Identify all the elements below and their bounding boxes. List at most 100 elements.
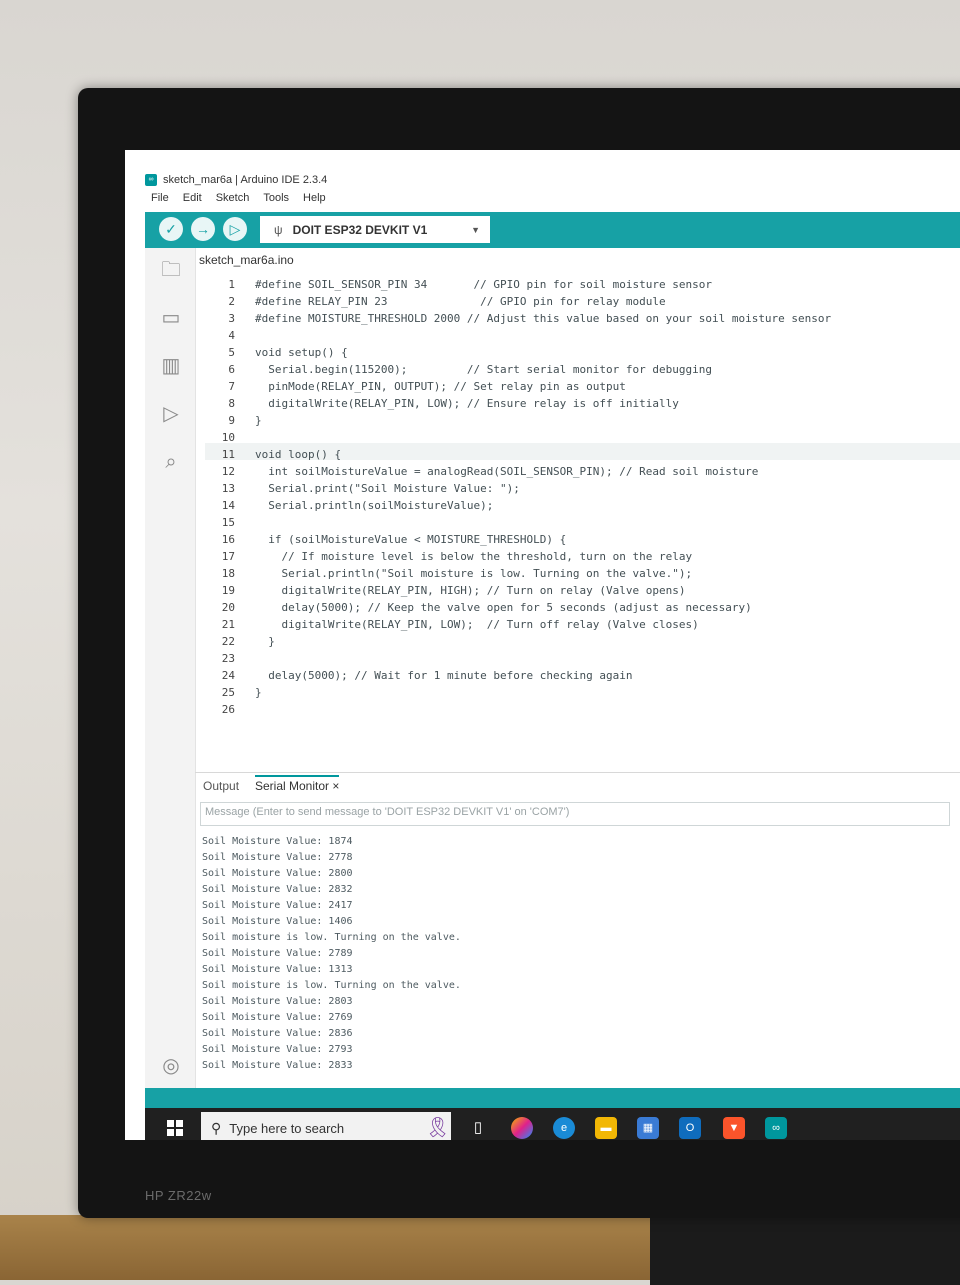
tab-serial-label: Serial Monitor — [255, 779, 330, 793]
line-number: 6 — [228, 363, 235, 376]
arduino-taskbar-icon[interactable]: ∞ — [765, 1117, 787, 1139]
serial-line: Soil moisture is low. Turning on the val… — [202, 980, 461, 991]
code-text: // If moisture level is below the thresh… — [255, 550, 693, 563]
line-number: 11 — [221, 448, 235, 461]
serial-line: Soil Moisture Value: 1874 — [202, 836, 353, 847]
taskbar-search-text: Type here to search — [229, 1120, 345, 1136]
serial-line: Soil Moisture Value: 2793 — [202, 1044, 353, 1055]
serial-line: Soil Moisture Value: 2836 — [202, 1028, 353, 1039]
line-number: 9 — [228, 414, 235, 427]
code-text: #define RELAY_PIN 23 // GPIO pin for rel… — [255, 295, 666, 308]
serial-line: Soil Moisture Value: 1313 — [202, 964, 353, 975]
task-view-icon[interactable]: ▯ — [467, 1117, 489, 1139]
line-number: 5 — [228, 346, 235, 359]
tab-output[interactable]: Output — [203, 779, 239, 793]
debug-side-icon[interactable]: ▷ — [159, 402, 183, 426]
ribbon-icon[interactable]: 🎗 — [425, 1117, 450, 1139]
line-number: 17 — [221, 550, 235, 563]
close-icon[interactable]: × — [332, 779, 339, 793]
menu-file[interactable]: File — [151, 192, 169, 210]
code-text: } — [255, 414, 262, 427]
taskbar: ⚲ Type here to search 🎗 ▯ e ▬ ▦ O ▼ ∞ — [145, 1108, 960, 1140]
arduino-icon: ∞ — [145, 174, 157, 186]
code-text: Serial.print("Soil Moisture Value: "); — [255, 482, 520, 495]
account-icon[interactable]: ◎ — [159, 1054, 183, 1078]
code-text: void loop() { — [255, 448, 342, 461]
taskbar-search[interactable]: ⚲ Type here to search — [201, 1112, 451, 1140]
code-text: if (soilMoistureValue < MOISTURE_THRESHO… — [255, 533, 567, 546]
line-number: 13 — [221, 482, 235, 495]
line-number: 18 — [221, 567, 235, 580]
code-text: pinMode(RELAY_PIN, OUTPUT); // Set relay… — [255, 380, 626, 393]
search-icon[interactable]: ⌕ — [159, 450, 183, 474]
toolbar: ✓ → ▷ ψ DOIT ESP32 DEVKIT V1 ▼ — [145, 212, 960, 248]
line-number: 7 — [228, 380, 235, 393]
serial-message-input[interactable]: Message (Enter to send message to 'DOIT … — [200, 802, 950, 826]
copilot-icon[interactable] — [511, 1117, 533, 1139]
monitor-brand: HP ZR22w — [145, 1188, 212, 1203]
menu-sketch[interactable]: Sketch — [216, 192, 250, 210]
board-selector[interactable]: ψ DOIT ESP32 DEVKIT V1 ▼ — [260, 216, 490, 243]
file-explorer-icon[interactable]: ▬ — [595, 1117, 617, 1139]
line-number: 8 — [228, 397, 235, 410]
brave-icon[interactable]: ▼ — [723, 1117, 745, 1139]
serial-line: Soil Moisture Value: 2833 — [202, 1060, 353, 1071]
serial-line: Soil Moisture Value: 2832 — [202, 884, 353, 895]
title-bar: ∞ sketch_mar6a | Arduino IDE 2.3.4 — [145, 170, 327, 190]
line-number: 26 — [221, 703, 235, 716]
line-number: 24 — [221, 669, 235, 682]
line-number: 2 — [228, 295, 235, 308]
tab-serial-monitor[interactable]: Serial Monitor × — [255, 775, 340, 793]
status-bar — [145, 1088, 960, 1108]
board-name: DOIT ESP32 DEVKIT V1 — [292, 222, 428, 237]
code-text: } — [255, 635, 275, 648]
line-number: 22 — [221, 635, 235, 648]
serial-output: Soil Moisture Value: 1874 Soil Moisture … — [202, 834, 952, 1084]
line-number: 16 — [221, 533, 235, 546]
code-text: void setup() { — [255, 346, 348, 359]
verify-icon[interactable]: ✓ — [159, 217, 183, 241]
line-number: 15 — [221, 516, 235, 529]
upload-icon[interactable]: → — [191, 217, 215, 241]
usb-icon: ψ — [274, 222, 283, 237]
code-text: delay(5000); // Keep the valve open for … — [255, 601, 752, 614]
menu-edit[interactable]: Edit — [183, 192, 202, 210]
line-number: 10 — [221, 431, 235, 444]
store-icon[interactable]: ▦ — [637, 1117, 659, 1139]
menu-tools[interactable]: Tools — [263, 192, 289, 210]
line-number: 20 — [221, 601, 235, 614]
serial-line: Soil Moisture Value: 2778 — [202, 852, 353, 863]
debug-icon[interactable]: ▷ — [223, 217, 247, 241]
serial-line: Soil Moisture Value: 2803 — [202, 996, 353, 1007]
code-text: #define MOISTURE_THRESHOLD 2000 // Adjus… — [255, 312, 832, 325]
line-number: 19 — [221, 584, 235, 597]
window-title: sketch_mar6a | Arduino IDE 2.3.4 — [163, 174, 328, 186]
search-icon: ⚲ — [211, 1119, 222, 1136]
code-text: Serial.begin(115200); // Start serial mo… — [255, 363, 712, 376]
menu-help[interactable]: Help — [303, 192, 326, 210]
serial-line: Soil moisture is low. Turning on the val… — [202, 932, 461, 943]
windows-start-icon[interactable] — [167, 1120, 183, 1136]
line-number: 3 — [228, 312, 235, 325]
serial-line: Soil Moisture Value: 2417 — [202, 900, 353, 911]
code-text: digitalWrite(RELAY_PIN, LOW); // Turn of… — [255, 618, 699, 631]
bottom-panel-tabs: Output Serial Monitor × — [195, 772, 960, 799]
screen: ∞ sketch_mar6a | Arduino IDE 2.3.4 File … — [125, 150, 960, 1140]
code-text: digitalWrite(RELAY_PIN, LOW); // Ensure … — [255, 397, 679, 410]
code-text: } — [255, 686, 262, 699]
folder-icon[interactable]: 🗀 — [159, 258, 183, 282]
code-text: digitalWrite(RELAY_PIN, HIGH); // Turn o… — [255, 584, 686, 597]
file-tab[interactable]: sketch_mar6a.ino — [199, 253, 294, 267]
sidebar: 🗀 ▭ ▥ ▷ ⌕ ◎ — [145, 248, 196, 1088]
library-icon[interactable]: ▥ — [159, 354, 183, 378]
code-editor[interactable]: 1 #define SOIL_SENSOR_PIN 34 // GPIO pin … — [205, 278, 960, 768]
board-manager-icon[interactable]: ▭ — [159, 306, 183, 330]
line-number: 1 — [228, 278, 235, 291]
line-number: 14 — [221, 499, 235, 512]
code-text: int soilMoistureValue = analogRead(SOIL_… — [255, 465, 759, 478]
line-number: 12 — [221, 465, 235, 478]
code-text: #define SOIL_SENSOR_PIN 34 // GPIO pin f… — [255, 278, 712, 291]
edge-icon[interactable]: e — [553, 1117, 575, 1139]
outlook-icon[interactable]: O — [679, 1117, 701, 1139]
serial-line: Soil Moisture Value: 2769 — [202, 1012, 353, 1023]
